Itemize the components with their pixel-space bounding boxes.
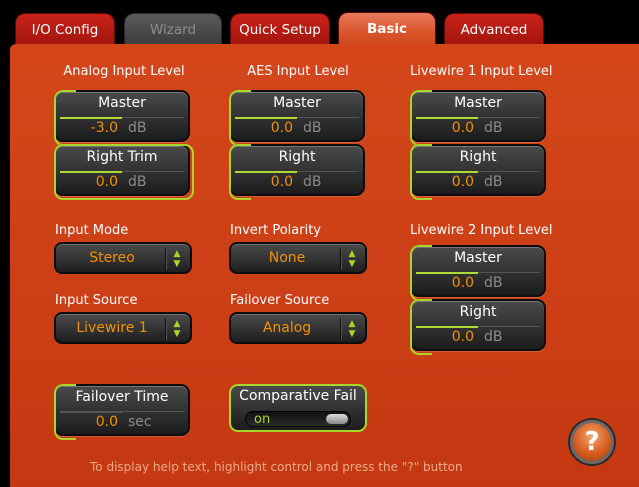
tab-basic[interactable]: Basic: [338, 12, 436, 45]
input-mode-value: Stereo: [89, 250, 135, 266]
livewire1-master-value: 0.0: [451, 120, 474, 136]
aes-right-title: Right: [278, 149, 316, 165]
livewire2-right-unit: dB: [484, 329, 503, 345]
failover-time-title: Failover Time: [75, 389, 169, 405]
failover-source-value: Analog: [262, 320, 312, 336]
livewire2-input-heading: Livewire 2 Input Level: [410, 223, 553, 238]
analog-right-trim-knob[interactable]: Right Trim 0.0 dB: [54, 144, 194, 200]
aes-master-unit: dB: [303, 120, 322, 136]
basic-panel: Analog Input Level AES Input Level Livew…: [10, 44, 639, 487]
livewire2-master-title: Master: [454, 250, 502, 266]
comparative-fail-title: Comparative Fail: [239, 388, 357, 404]
invert-polarity-select[interactable]: None ▲ ▼: [229, 242, 367, 274]
analog-right-trim-title: Right Trim: [86, 149, 158, 165]
comparative-fail-toggle[interactable]: Comparative Fail on: [229, 384, 367, 432]
comparative-fail-switch[interactable]: on: [245, 411, 351, 427]
analog-master-value: -3.0: [90, 120, 118, 136]
livewire2-right-value: 0.0: [451, 329, 474, 345]
input-source-select[interactable]: Livewire 1 ▲ ▼: [54, 312, 192, 344]
livewire1-right-value: 0.0: [451, 174, 474, 190]
livewire2-right-knob[interactable]: Right 0.0 dB: [410, 299, 546, 355]
aes-right-value: 0.0: [270, 174, 293, 190]
help-button[interactable]: ?: [570, 420, 614, 464]
livewire1-master-unit: dB: [484, 120, 503, 136]
livewire1-master-knob[interactable]: Master 0.0 dB: [410, 90, 546, 146]
aes-master-value: 0.0: [270, 120, 293, 136]
livewire1-right-title: Right: [459, 149, 497, 165]
livewire1-right-knob[interactable]: Right 0.0 dB: [410, 144, 546, 200]
updown-arrows-icon: ▲ ▼: [348, 319, 356, 339]
input-source-label: Input Source: [55, 293, 138, 308]
analog-master-title: Master: [98, 95, 146, 111]
updown-arrows-icon: ▲ ▼: [173, 319, 181, 339]
tab-wizard[interactable]: Wizard: [124, 13, 222, 45]
switch-thumb[interactable]: [326, 414, 348, 424]
invert-polarity-label: Invert Polarity: [230, 223, 321, 238]
failover-source-select[interactable]: Analog ▲ ▼: [229, 312, 367, 344]
input-source-value: Livewire 1: [76, 320, 148, 336]
livewire1-master-title: Master: [454, 95, 502, 111]
livewire2-master-unit: dB: [484, 275, 503, 291]
aes-master-title: Master: [273, 95, 321, 111]
tab-quick-setup[interactable]: Quick Setup: [230, 13, 330, 45]
livewire1-right-unit: dB: [484, 174, 503, 190]
failover-time-knob[interactable]: Failover Time 0.0 sec: [54, 384, 190, 440]
updown-arrows-icon: ▲ ▼: [348, 249, 356, 269]
updown-arrows-icon: ▲ ▼: [173, 249, 181, 269]
failover-time-value: 0.0: [95, 414, 118, 430]
analog-right-trim-value: 0.0: [95, 174, 118, 190]
failover-source-label: Failover Source: [230, 293, 330, 308]
aes-input-heading: AES Input Level: [247, 64, 349, 79]
analog-master-unit: dB: [128, 120, 147, 136]
aes-right-unit: dB: [303, 174, 322, 190]
tab-advanced[interactable]: Advanced: [444, 13, 544, 45]
analog-right-trim-unit: dB: [128, 174, 147, 190]
livewire2-right-title: Right: [459, 304, 497, 320]
analog-input-heading: Analog Input Level: [63, 64, 185, 79]
help-hint: To display help text, highlight control …: [90, 460, 463, 474]
invert-polarity-value: None: [268, 250, 306, 266]
livewire1-input-heading: Livewire 1 Input Level: [410, 64, 553, 79]
input-mode-select[interactable]: Stereo ▲ ▼: [54, 242, 192, 274]
tab-bar: I/O Config Wizard Quick Setup Basic Adva…: [0, 0, 639, 45]
comparative-fail-state: on: [254, 412, 271, 427]
tab-io-config[interactable]: I/O Config: [15, 13, 115, 45]
aes-master-knob[interactable]: Master 0.0 dB: [229, 90, 365, 146]
input-mode-label: Input Mode: [55, 223, 129, 238]
livewire2-master-value: 0.0: [451, 275, 474, 291]
analog-master-knob[interactable]: Master -3.0 dB: [54, 90, 190, 146]
livewire2-master-knob[interactable]: Master 0.0 dB: [410, 245, 546, 301]
failover-time-unit: sec: [128, 414, 152, 430]
aes-right-knob[interactable]: Right 0.0 dB: [229, 144, 365, 200]
